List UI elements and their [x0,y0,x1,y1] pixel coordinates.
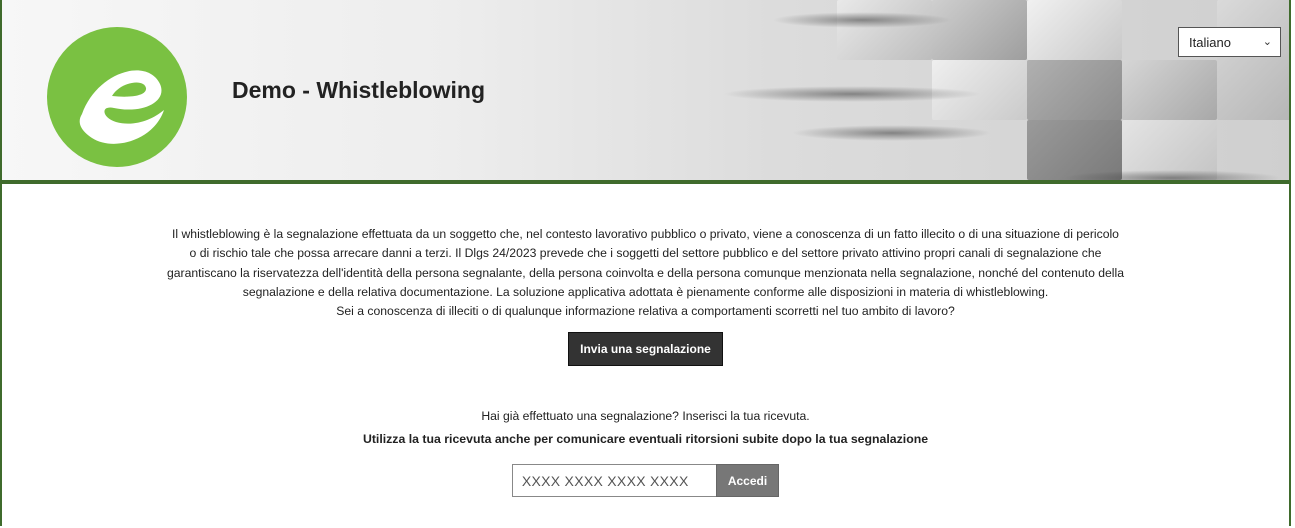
language-selected-label: Italiano [1189,34,1231,50]
send-report-button[interactable]: Invia una segnalazione [568,332,723,367]
login-button[interactable]: Accedi [715,464,780,498]
header-banner: Demo - Whistleblowing Italiano ⌄ [2,0,1289,184]
page-frame: Demo - Whistleblowing Italiano ⌄ Il whis… [0,0,1291,526]
language-select[interactable]: Italiano ⌄ [1178,27,1281,57]
intro-question: Sei a conoscenza di illeciti o di qualun… [336,304,955,319]
main-content: Il whistleblowing è la segnalazione effe… [2,184,1289,498]
banner-decoration [1027,0,1122,60]
intro-line: Il whistleblowing è la segnalazione effe… [172,227,1119,241]
site-title: Demo - Whistleblowing [232,77,485,103]
banner-decoration [837,0,932,60]
banner-shadow [722,86,982,102]
intro-text: Il whistleblowing è la segnalazione effe… [38,225,1253,321]
intro-line: segnalazione e della relativa documentaz… [242,284,1049,299]
banner-shadow [772,12,952,28]
receipt-note: Utilizza la tua ricevuta anche per comun… [362,432,929,447]
banner-shadow [792,125,992,141]
banner-shadow [1062,170,1282,180]
receipt-login-form: Accedi [2,464,1289,498]
banner-decoration [1027,60,1122,120]
banner-decoration [1122,60,1217,120]
banner-decoration [932,0,1027,60]
e-logo-icon [47,27,187,167]
banner-decoration [1217,0,1289,120]
intro-line: garantiscano la riservatezza dell'identi… [167,265,1124,280]
chevron-down-icon: ⌄ [1262,36,1272,48]
intro-line: o di rischio tale che possa arrecare dan… [189,246,1102,261]
receipt-question: Hai già effettuato una segnalazione? Ins… [481,409,810,424]
receipt-input[interactable] [511,464,716,498]
